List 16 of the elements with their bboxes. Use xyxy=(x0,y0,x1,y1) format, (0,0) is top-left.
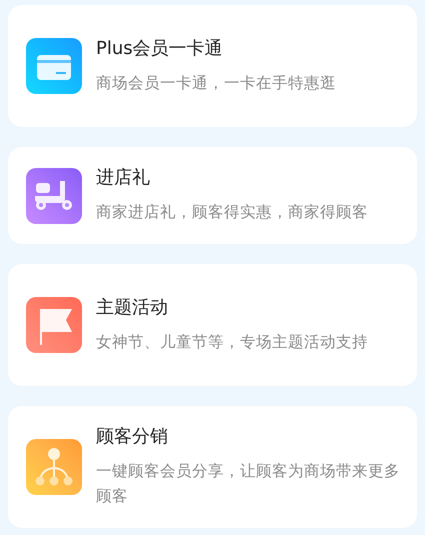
feature-card[interactable]: Plus会员一卡通 商场会员一卡通，一卡在手特惠逛 xyxy=(8,5,417,127)
feature-card[interactable]: 顾客分销 一键顾客会员分享，让顾客为商场带来更多顾客 xyxy=(8,406,417,528)
feature-description: 一键顾客会员分享，让顾客为商场带来更多顾客 xyxy=(96,461,401,507)
feature-card[interactable]: 进店礼 商家进店礼，顾客得实惠，商家得顾客 xyxy=(8,147,417,244)
feature-title: 进店礼 xyxy=(96,166,151,190)
flag-icon xyxy=(26,297,82,353)
scooter-icon xyxy=(26,168,82,224)
feature-title: Plus会员一卡通 xyxy=(96,36,224,60)
feature-title: 顾客分销 xyxy=(96,425,169,449)
feature-description: 女神节、儿童节等，专场主题活动支持 xyxy=(96,332,368,352)
feature-card[interactable]: 主题活动 女神节、儿童节等，专场主题活动支持 xyxy=(8,264,417,386)
feature-description: 商场会员一卡通，一卡在手特惠逛 xyxy=(96,72,336,94)
card-icon xyxy=(26,38,82,94)
feature-title: 主题活动 xyxy=(96,296,169,320)
feature-description: 商家进店礼，顾客得实惠，商家得顾客 xyxy=(96,202,368,223)
share-icon xyxy=(26,439,82,495)
